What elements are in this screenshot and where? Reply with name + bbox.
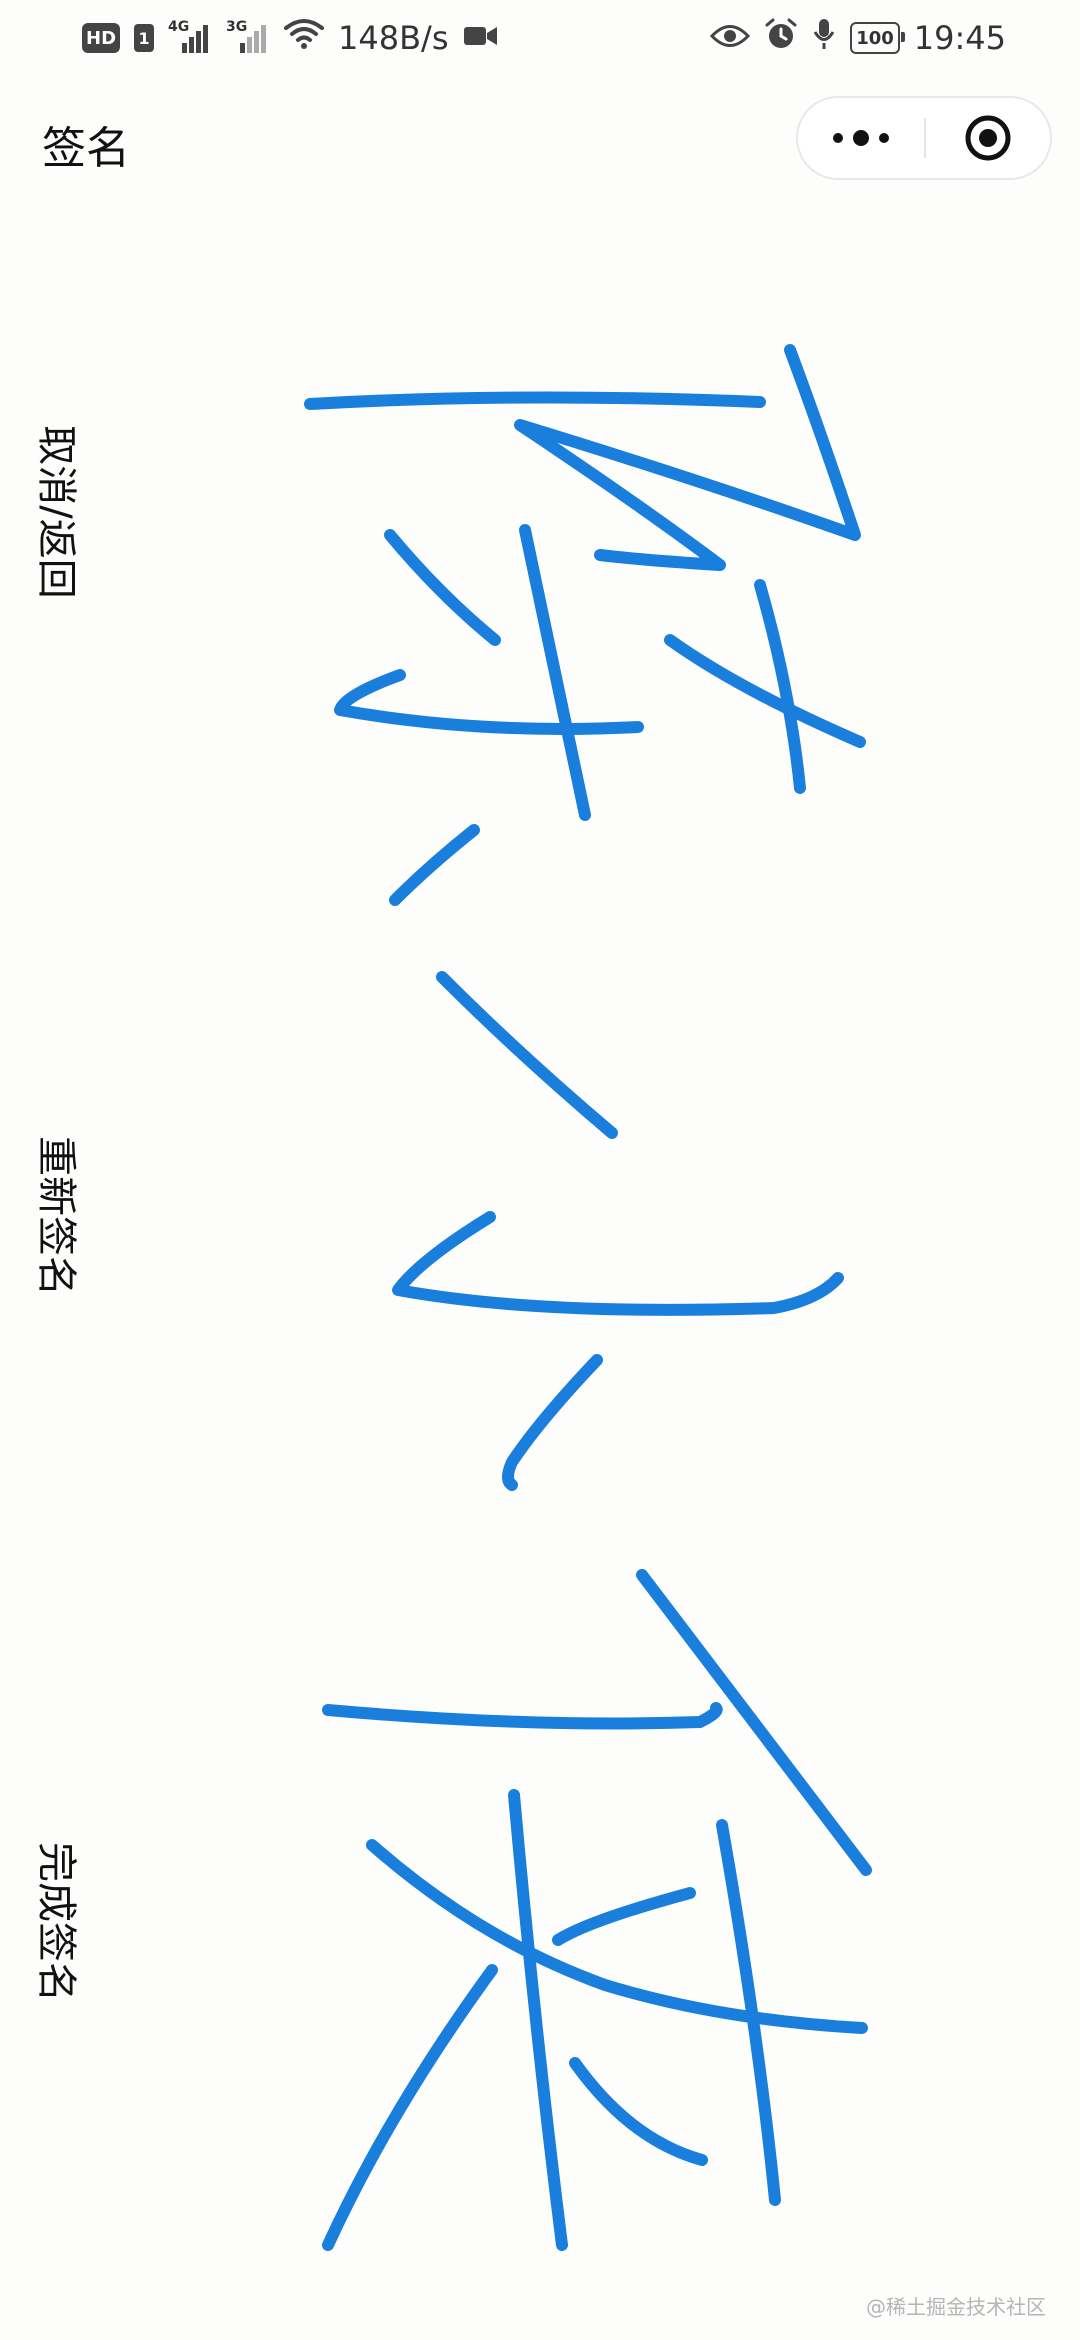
- signature-stroke: [304, 391, 766, 410]
- signature-stroke: [436, 971, 618, 1139]
- signature-canvas[interactable]: [150, 210, 1080, 2340]
- signature-stroke: [389, 824, 480, 906]
- signature-stroke: [754, 579, 806, 794]
- confirm-signature-button[interactable]: 完成签名: [31, 1842, 89, 2002]
- signature-stroke: [322, 1964, 498, 2251]
- reset-signature-button[interactable]: 重新签名: [31, 1136, 89, 1296]
- signature-stroke: [569, 2057, 708, 2166]
- signature-stroke: [384, 529, 501, 646]
- signature-strokes: [304, 344, 872, 2251]
- signature-stroke: [334, 669, 644, 735]
- signature-stroke: [322, 1702, 723, 1730]
- cancel-button[interactable]: 取消/返回: [31, 425, 89, 598]
- signature-stroke: [552, 1887, 696, 1946]
- signature-stroke: [392, 1211, 844, 1316]
- signature-stroke: [664, 634, 866, 748]
- signature-stroke: [508, 1789, 568, 2251]
- signature-stroke: [514, 344, 861, 571]
- signature-stroke: [519, 524, 591, 821]
- signature-stroke: [366, 1839, 868, 2034]
- signature-stroke: [502, 1354, 603, 1491]
- watermark: @稀土掘金技术社区: [866, 2295, 1046, 2319]
